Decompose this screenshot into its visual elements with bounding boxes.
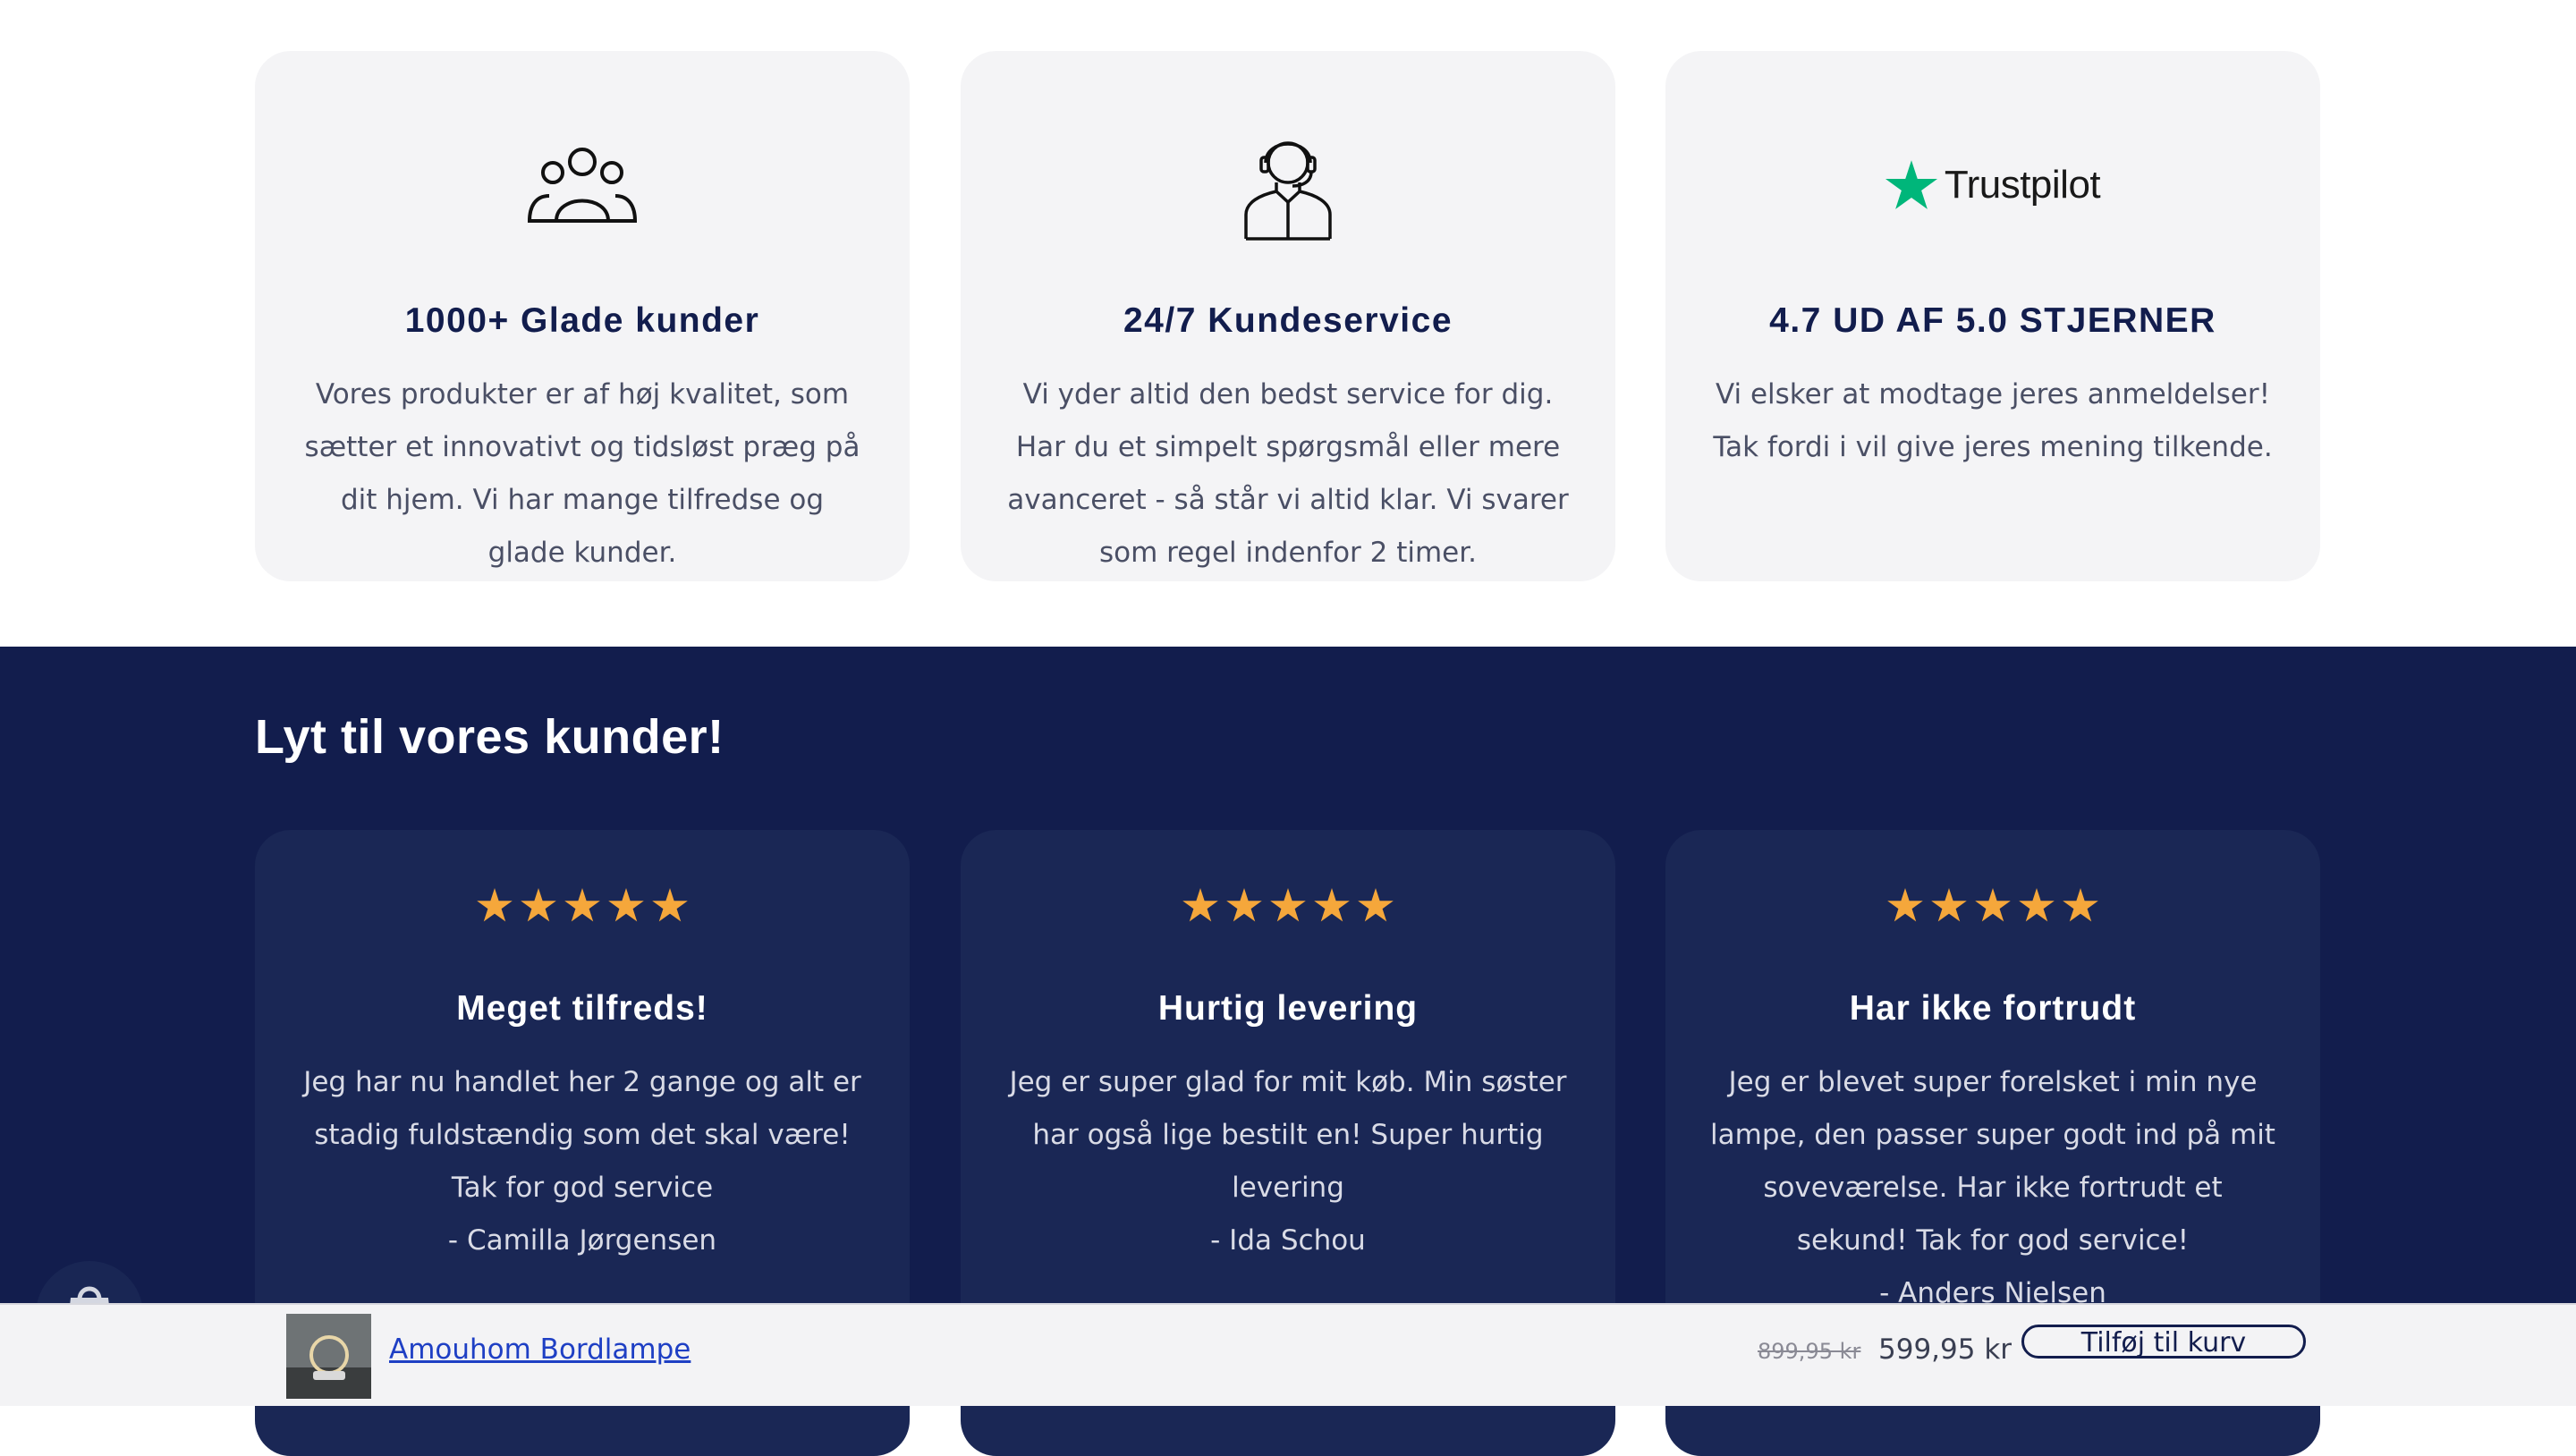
star-rating [255,888,910,922]
star-icon [1314,888,1350,922]
feature-card-support: 24/7 Kundeservice Vi yder altid den beds… [961,51,1615,581]
compare-at-price: 899,95 kr [1758,1339,1861,1364]
star-icon [1975,888,2011,922]
star-icon [521,888,556,922]
trustpilot-logo: Trustpilot [1885,160,2101,210]
feature-card-trustpilot: Trustpilot 4.7 UD AF 5.0 STJERNER Vi els… [1665,51,2320,581]
feature-title: 24/7 Kundeservice [1123,301,1453,340]
star-icon [1887,888,1923,922]
reviews-heading: Lyt til vores kunder! [255,710,724,764]
star-icon [1226,888,1262,922]
review-body: Jeg er super glad for mit køb. Min søste… [1005,1056,1571,1267]
feature-title: 1000+ Glade kunder [404,301,760,340]
review-text: Jeg er super glad for mit køb. Min søste… [1009,1066,1567,1204]
feature-text: Vores produkter er af høj kvalitet, som … [304,378,860,569]
features-section: 1000+ Glade kunder Vores produkter er af… [0,0,2576,647]
headset-agent-icon [1244,141,1332,241]
star-icon [2063,888,2098,922]
star-icon [1182,888,1218,922]
star-icon [2019,888,2055,922]
star-rating [1665,888,2320,922]
star-icon [1931,888,1967,922]
review-title: Har ikke fortrudt [1849,989,2137,1028]
sticky-add-to-cart-bar: Amouhom Bordlampe 899,95 kr 599,95 kr Ti… [0,1303,2576,1406]
review-author: - Camilla Jørgensen [447,1224,717,1257]
review-title: Hurtig levering [1157,989,1419,1028]
star-icon [477,888,513,922]
star-icon [1358,888,1394,922]
star-icon [1270,888,1306,922]
review-title: Meget tilfreds! [456,989,708,1028]
feature-title: 4.7 UD AF 5.0 STJERNER [1769,301,2216,340]
review-body: Jeg har nu handlet her 2 gange og alt er… [300,1056,865,1267]
star-icon [652,888,688,922]
trustpilot-star-icon [1885,160,1937,209]
review-author: - Ida Schou [1210,1224,1366,1257]
trustpilot-wordmark: Trustpilot [1944,163,2101,207]
feature-text: Vi elsker at modtage jeres anmeldelser! … [1713,378,2273,463]
sale-price: 599,95 kr [1878,1333,2012,1366]
review-body: Jeg er blevet super forelsket i min nye … [1710,1056,2275,1320]
lamp-image-icon [286,1314,371,1399]
add-to-cart-button[interactable]: Tilføj til kurv [2021,1325,2306,1359]
feature-card-customers: 1000+ Glade kunder Vores produkter er af… [255,51,910,581]
star-icon [564,888,600,922]
reviews-section: Lyt til vores kunder! Meget tilfreds! Je… [0,647,2576,1456]
review-text: Jeg har nu handlet her 2 gange og alt er… [303,1066,861,1204]
star-rating [961,888,1615,922]
feature-text: Vi yder altid den bedst service for dig.… [1007,378,1569,569]
product-thumbnail[interactable] [286,1314,371,1399]
product-link[interactable]: Amouhom Bordlampe [389,1333,691,1366]
customers-group-icon [527,148,638,223]
star-icon [608,888,644,922]
review-text: Jeg er blevet super forelsket i min nye … [1710,1066,2275,1257]
